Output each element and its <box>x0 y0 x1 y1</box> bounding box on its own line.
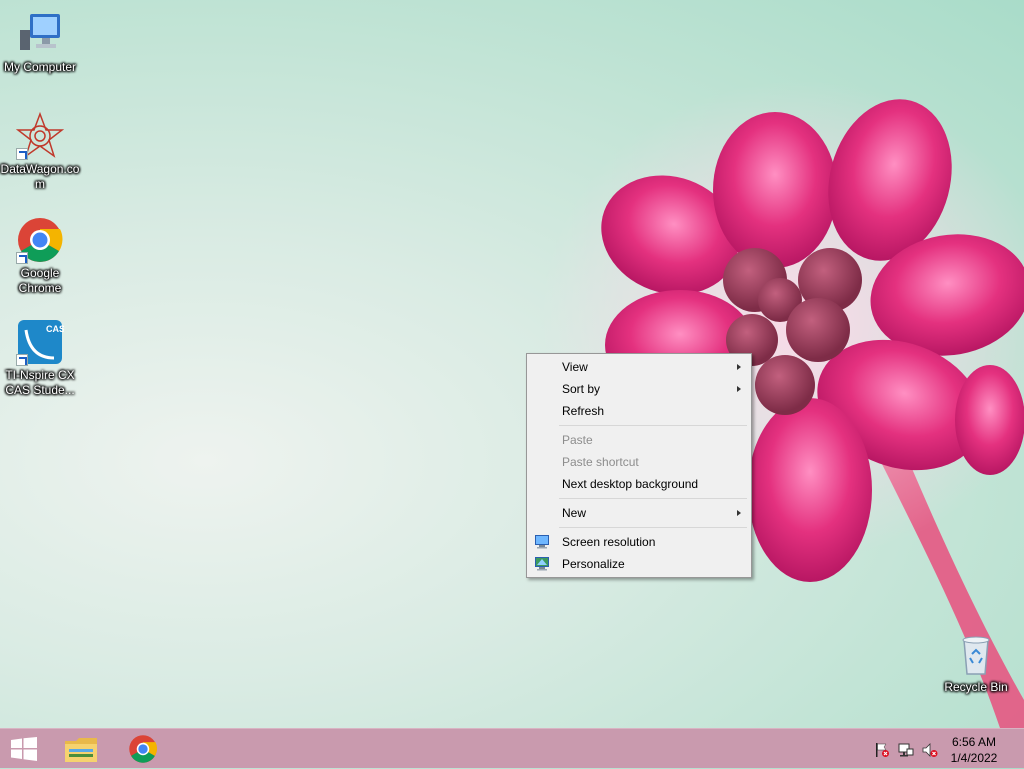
file-explorer-taskbar-button[interactable] <box>58 729 104 769</box>
desktop-icon-recycle-bin[interactable]: Recycle Bin <box>936 630 1016 695</box>
shortcut-arrow-icon <box>16 148 28 160</box>
file-explorer-icon <box>65 738 97 762</box>
menu-item-view[interactable]: View <box>529 356 749 378</box>
menu-item-label: New <box>562 506 587 520</box>
submenu-arrow-icon <box>737 510 741 516</box>
desktop-icon-ti-nspire[interactable]: CAS TI-Nspire CX CAS Stude... <box>0 318 80 398</box>
taskbar: 6:56 AM 1/4/2022 <box>0 728 1024 768</box>
chrome-icon <box>16 216 64 264</box>
desktop-icon-google-chrome[interactable]: Google Chrome <box>0 216 80 296</box>
action-center-flag-icon[interactable] <box>874 742 890 758</box>
menu-item-label: Next desktop background <box>562 477 699 491</box>
volume-muted-icon[interactable] <box>922 742 938 758</box>
submenu-arrow-icon <box>737 364 741 370</box>
menu-item-label: View <box>562 360 588 374</box>
ti-nspire-icon: CAS <box>16 318 65 366</box>
menu-separator <box>559 498 747 499</box>
svg-text:CAS: CAS <box>46 324 64 334</box>
chrome-taskbar-button[interactable] <box>120 729 166 769</box>
desktop-icon-label: DataWagon.com <box>0 162 80 191</box>
menu-item-next-desktop-background[interactable]: Next desktop background <box>529 473 749 495</box>
menu-item-paste[interactable]: Paste <box>529 429 749 451</box>
desktop-icon-label: My Computer <box>3 60 77 74</box>
submenu-arrow-icon <box>737 386 741 392</box>
desktop-icon-label: TI-Nspire CX CAS Stude... <box>5 368 75 397</box>
clock-date: 1/4/2022 <box>950 751 998 765</box>
menu-item-screen-resolution[interactable]: Screen resolution <box>529 531 749 553</box>
menu-item-label: Personalize <box>562 557 625 571</box>
desktop[interactable]: My Computer DataWagon.com Google Chrome … <box>0 0 1024 728</box>
desktop-icon-datawagon[interactable]: DataWagon.com <box>0 111 80 192</box>
desktop-context-menu: View Sort by Refresh Paste Paste shortcu… <box>526 353 752 578</box>
shortcut-arrow-icon <box>16 252 28 264</box>
shortcut-arrow-icon <box>16 354 28 366</box>
desktop-icon-my-computer[interactable]: My Computer <box>0 10 80 75</box>
start-button[interactable] <box>0 729 48 769</box>
desktop-icon-label: Recycle Bin <box>944 680 1008 694</box>
menu-item-personalize[interactable]: Personalize <box>529 553 749 575</box>
menu-item-label: Paste shortcut <box>562 455 639 469</box>
menu-item-label: Screen resolution <box>562 535 656 549</box>
personalize-icon <box>535 557 549 571</box>
menu-separator <box>559 527 747 528</box>
windows-logo-icon <box>11 737 37 761</box>
menu-item-paste-shortcut[interactable]: Paste shortcut <box>529 451 749 473</box>
datawagon-icon <box>15 111 65 160</box>
menu-item-refresh[interactable]: Refresh <box>529 400 749 422</box>
menu-item-label: Paste <box>562 433 593 447</box>
taskbar-clock[interactable]: 6:56 AM 1/4/2022 <box>944 734 1004 766</box>
network-icon[interactable] <box>898 742 914 758</box>
wallpaper-flower <box>540 80 1024 728</box>
menu-item-sort-by[interactable]: Sort by <box>529 378 749 400</box>
chrome-icon <box>129 735 158 763</box>
menu-item-label: Refresh <box>562 404 605 418</box>
clock-time: 6:56 AM <box>951 735 997 749</box>
recycle-bin-icon <box>952 630 1000 678</box>
menu-item-label: Sort by <box>562 382 601 396</box>
desktop-icon-label: Google Chrome <box>18 266 62 295</box>
menu-item-new[interactable]: New <box>529 502 749 524</box>
computer-icon <box>16 10 64 58</box>
menu-separator <box>559 425 747 426</box>
screen-resolution-icon <box>535 535 549 549</box>
